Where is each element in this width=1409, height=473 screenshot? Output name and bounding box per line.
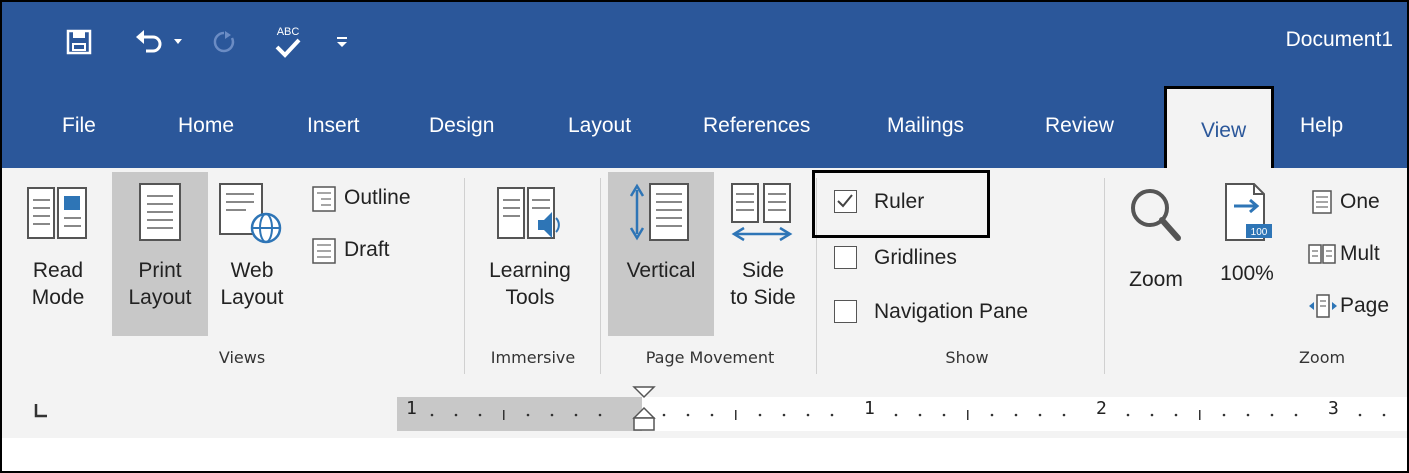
gridlines-label: Gridlines <box>874 246 957 269</box>
print-layout-icon <box>139 183 181 241</box>
separator <box>600 178 601 374</box>
tab-selector[interactable]: L <box>26 394 56 424</box>
undo-dropdown-icon[interactable] <box>170 22 186 62</box>
ruler-number: 3 <box>1328 398 1339 419</box>
one-page-label: One <box>1340 190 1380 213</box>
redo-icon[interactable] <box>207 22 241 62</box>
web-layout-label-1: Web <box>230 259 274 282</box>
vertical-button[interactable]: Vertical <box>608 182 714 332</box>
web-layout-label-2: Layout <box>220 286 284 309</box>
word-window: ABC Document1 File Home Insert Design La… <box>0 0 1409 473</box>
zoom-100-button[interactable]: 100 100% <box>1210 182 1290 332</box>
print-layout-button[interactable]: Print Layout <box>112 182 208 332</box>
indent-markers[interactable] <box>632 386 656 436</box>
tab-file[interactable]: File <box>62 114 96 138</box>
views-group-label: Views <box>218 348 266 367</box>
learning-tools-button[interactable]: Learning Tools <box>470 182 594 332</box>
read-mode-label-1: Read <box>32 259 84 282</box>
zoom-label: Zoom <box>1129 268 1183 291</box>
side-to-side-label-1: Side <box>741 259 785 282</box>
draft-button[interactable]: Draft <box>308 234 428 268</box>
document-canvas[interactable] <box>2 438 1407 471</box>
undo-icon[interactable] <box>132 22 166 62</box>
separator <box>1104 178 1105 374</box>
tab-mailings[interactable]: Mailings <box>887 114 964 138</box>
ruler-number: 1 <box>864 398 875 419</box>
side-to-side-button[interactable]: Side to Side <box>716 182 810 332</box>
learning-tools-label-1: Learning <box>489 259 571 282</box>
learning-tools-label-2: Tools <box>505 286 555 309</box>
separator <box>464 178 465 374</box>
ribbon-view: Read Mode Print Layout Web Layout Outlin… <box>2 168 1407 381</box>
tab-design[interactable]: Design <box>429 114 494 138</box>
page-width-label: Page <box>1340 294 1390 317</box>
read-mode-label-2: Mode <box>31 286 85 309</box>
multiple-pages-icon <box>1308 244 1336 264</box>
tab-review[interactable]: Review <box>1045 114 1114 138</box>
gridlines-checkbox-row[interactable]: Gridlines <box>834 242 1004 274</box>
ruler-highlight-box <box>812 170 990 238</box>
tab-layout[interactable]: Layout <box>568 114 631 138</box>
draft-label: Draft <box>344 238 390 261</box>
multiple-pages-button[interactable]: Mult <box>1308 238 1407 270</box>
read-mode-icon <box>27 187 87 239</box>
show-group-label: Show <box>945 348 989 367</box>
read-mode-button[interactable]: Read Mode <box>20 182 100 332</box>
print-layout-label-2: Layout <box>128 286 192 309</box>
customize-qat-icon[interactable] <box>332 22 352 62</box>
left-tab-icon <box>34 404 47 418</box>
one-page-icon <box>1312 190 1332 214</box>
ruler-number: 2 <box>1096 398 1107 419</box>
navigation-pane-checkbox[interactable] <box>834 300 857 323</box>
zoom-icon <box>1131 189 1181 241</box>
zoom-group-label: Zoom <box>1298 348 1346 367</box>
tab-view-label: View <box>1201 119 1247 142</box>
save-icon[interactable] <box>62 22 96 62</box>
quick-access-toolbar: ABC Document1 <box>2 2 1407 88</box>
tab-view[interactable]: View <box>1164 86 1274 170</box>
zoom-button[interactable]: Zoom <box>1114 182 1204 332</box>
print-layout-label-1: Print <box>138 259 182 282</box>
outline-icon <box>312 186 336 212</box>
multiple-pages-label: Mult <box>1340 242 1380 265</box>
web-layout-button[interactable]: Web Layout <box>210 182 300 332</box>
zoom-100-badge: 100 <box>1251 227 1268 238</box>
ruler-number: 1 <box>406 398 417 419</box>
tab-insert[interactable]: Insert <box>307 114 360 138</box>
spelling-check-label: ABC <box>276 26 300 38</box>
zoom-100-label: 100% <box>1220 262 1274 285</box>
vertical-icon <box>629 183 689 241</box>
side-to-side-label-2: to Side <box>730 286 796 309</box>
draft-icon <box>312 238 336 264</box>
tab-help[interactable]: Help <box>1300 114 1343 138</box>
outline-label: Outline <box>344 186 411 209</box>
page-width-button[interactable]: Page <box>1308 290 1407 322</box>
navigation-pane-label: Navigation Pane <box>874 300 1029 323</box>
document-title: Document1 <box>1285 28 1393 51</box>
ruler-ticks <box>430 410 1386 420</box>
learning-tools-icon <box>497 187 560 239</box>
immersive-group-label: Immersive <box>490 348 576 367</box>
side-to-side-icon <box>731 183 793 242</box>
spelling-check-icon[interactable]: ABC <box>270 22 306 62</box>
navigation-pane-checkbox-row[interactable]: Navigation Pane <box>834 296 1084 328</box>
web-layout-icon <box>219 183 282 244</box>
one-page-button[interactable]: One <box>1308 186 1407 218</box>
outline-button[interactable]: Outline <box>308 182 458 216</box>
vertical-label: Vertical <box>626 259 696 282</box>
page-movement-group-label: Page Movement <box>645 348 775 367</box>
page-width-icon <box>1309 294 1337 318</box>
tab-references[interactable]: References <box>703 114 810 138</box>
tab-home[interactable]: Home <box>178 114 234 138</box>
zoom-100-icon: 100 <box>1225 183 1272 241</box>
gridlines-checkbox[interactable] <box>834 246 857 269</box>
